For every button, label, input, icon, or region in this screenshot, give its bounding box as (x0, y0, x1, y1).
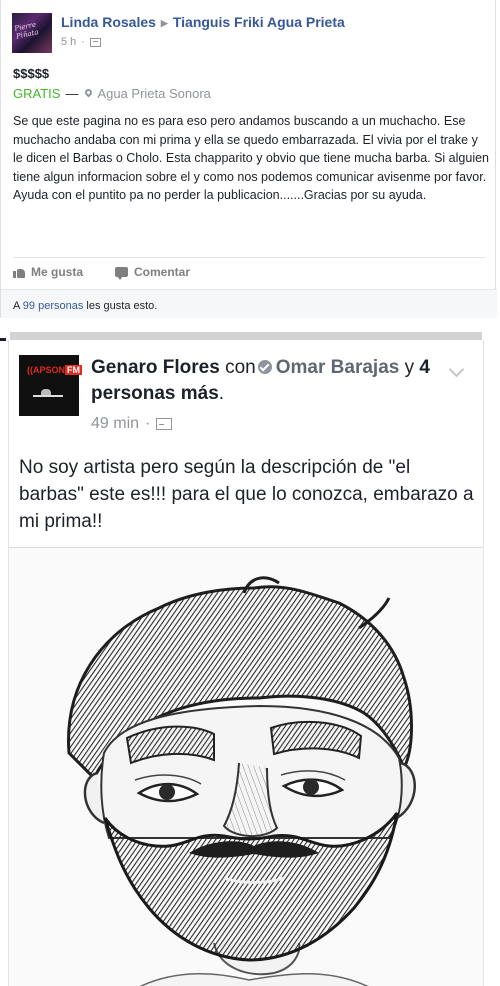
post-header: Genaro Flores con Omar Barajas y 4 person… (91, 355, 441, 407)
radio-logo: ((APSON FM (27, 365, 83, 375)
spacer (0, 318, 500, 332)
avatar-lettering: Pierre Piñata (13, 20, 40, 41)
post-genaro-flores: ((APSON FM Genaro Flores con Omar Barajas … (8, 340, 484, 986)
comment-button[interactable]: Comentar (115, 265, 191, 280)
and-word: y (404, 357, 415, 378)
timestamp-link[interactable]: 5 h (61, 36, 76, 48)
dash-separator: — (65, 86, 79, 101)
location-text: Agua Prieta Sonora (97, 86, 211, 101)
post-photo[interactable] (9, 547, 483, 986)
edge-mark (0, 338, 6, 341)
post-header: Linda Rosales ▶ Tianguis Friki Agua Prieta (61, 14, 345, 30)
period: . (218, 383, 225, 404)
logo-badge: FM (65, 365, 83, 375)
logo-text: APSON (33, 365, 66, 375)
studio-desk-graphic (33, 389, 63, 401)
likes-prefix: A (13, 300, 20, 312)
with-word: con (225, 357, 256, 378)
post-actions: Me gusta Comentar (13, 265, 191, 280)
likes-summary: A 99 personas les gusta esto. (1, 289, 497, 318)
author-name-link[interactable]: Genaro Flores (91, 357, 220, 378)
chevron-down-icon[interactable] (448, 361, 465, 378)
likes-count-link[interactable]: 99 personas (23, 300, 84, 312)
post-text: No soy artista pero según la descripción… (19, 457, 474, 532)
timestamp-link[interactable]: 49 min (91, 415, 139, 433)
check-badge-icon (257, 360, 272, 374)
audience-group-icon[interactable] (156, 418, 173, 430)
divider (13, 257, 485, 258)
post-linda-rosales: Pierre Piñata Linda Rosales ▶ Tianguis Fri… (0, 0, 497, 318)
listing-location-row: GRATIS — Agua Prieta Sonora (13, 86, 211, 101)
like-label: Me gusta (31, 265, 84, 279)
post-meta: 5 h · (61, 36, 101, 48)
comment-label: Comentar (134, 265, 191, 279)
listing-price: $$$$$ (13, 66, 50, 81)
location-pin-icon (83, 87, 94, 98)
group-name-link[interactable]: Tianguis Friki Agua Prieta (173, 14, 345, 30)
free-label: GRATIS (13, 86, 61, 101)
like-button[interactable]: Me gusta (13, 265, 83, 279)
author-avatar[interactable]: ((APSON FM (19, 355, 83, 416)
thumbs-up-icon (13, 267, 25, 278)
audience-group-icon[interactable] (89, 37, 101, 47)
author-avatar[interactable]: Pierre Piñata (12, 13, 52, 53)
post-text: Se que este pagina no es para eso pero a… (13, 114, 489, 202)
screenshot-divider (10, 332, 482, 340)
tagged-name-link[interactable]: Omar Barajas (276, 357, 400, 378)
author-name-link[interactable]: Linda Rosales (61, 14, 156, 30)
bearded-man-drawing (9, 548, 483, 986)
caret-right-icon: ▶ (160, 18, 168, 28)
comment-bubble-icon (115, 267, 129, 280)
likes-suffix: les gusta esto. (86, 300, 158, 312)
post-meta: 49 min · (91, 415, 173, 433)
